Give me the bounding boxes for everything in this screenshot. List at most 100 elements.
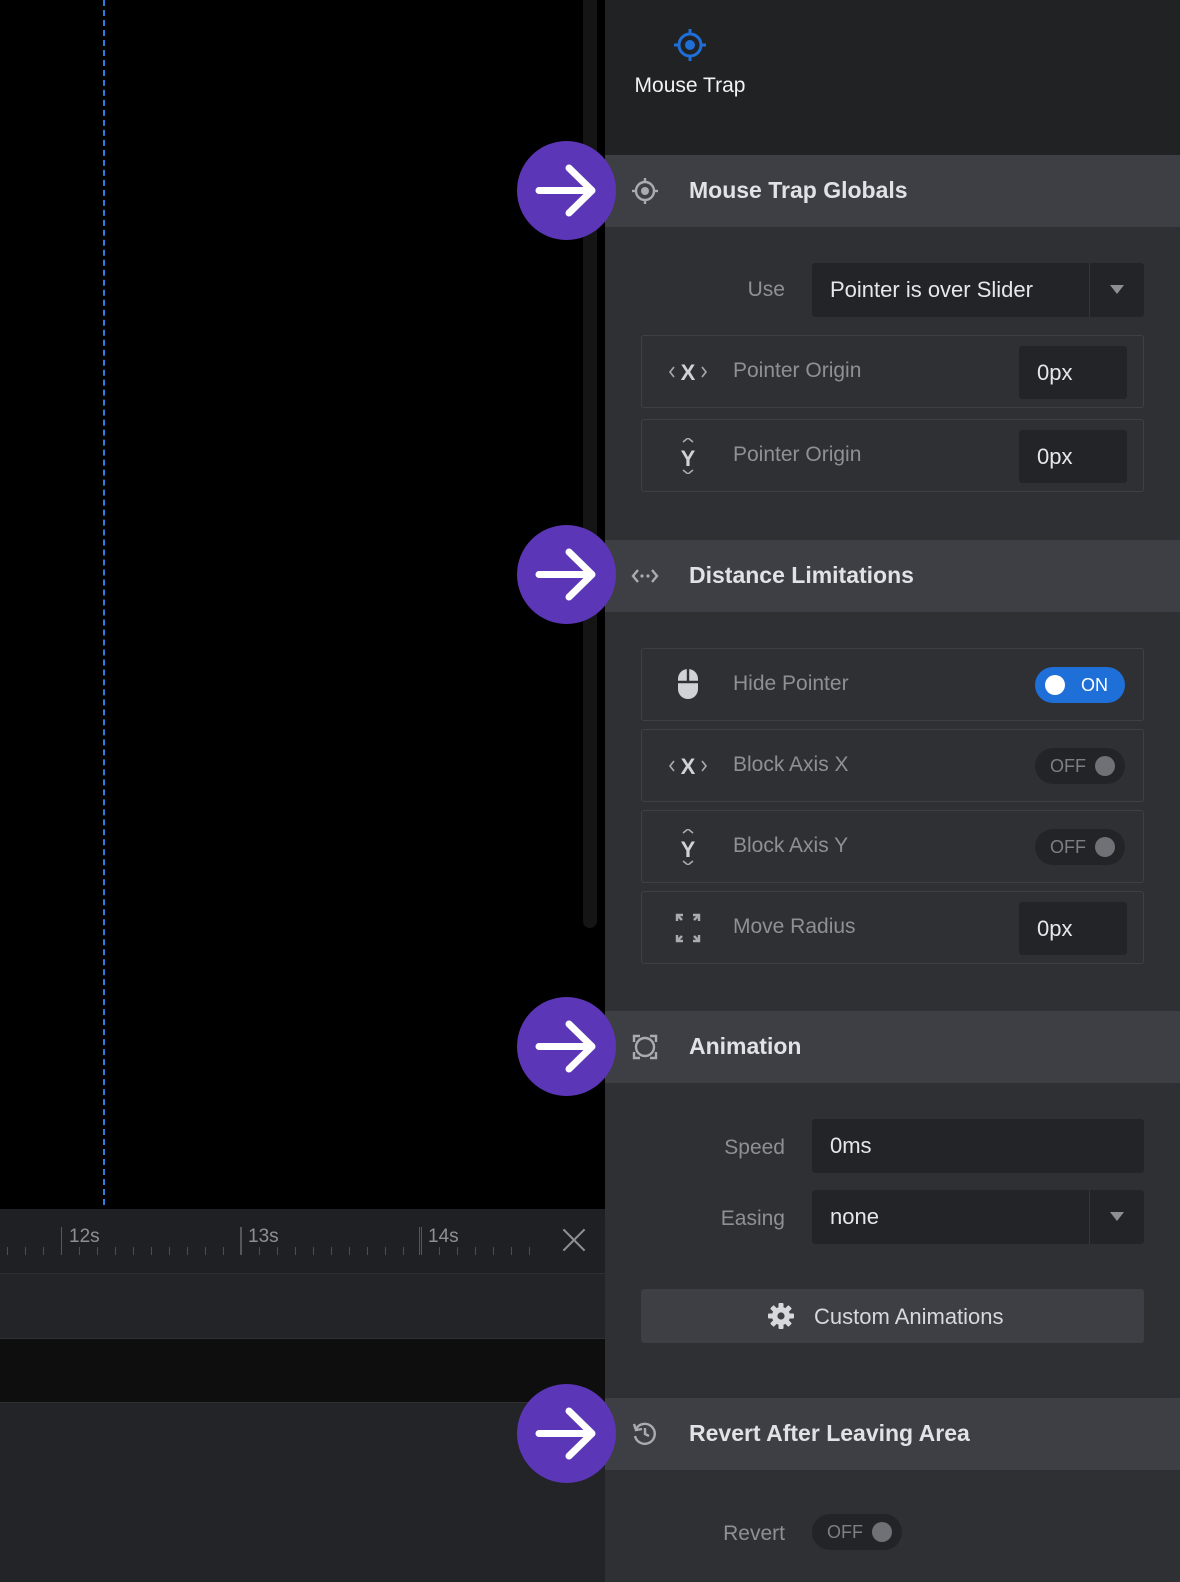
section-header-distance-limitations[interactable]: Distance Limitations	[605, 540, 1180, 612]
select-divider	[1089, 263, 1090, 317]
ruler-tick	[295, 1247, 296, 1255]
crosshair-icon	[674, 29, 706, 61]
block-axis-y-label: Block Axis Y	[733, 834, 849, 857]
toggle-knob	[872, 1522, 892, 1542]
ruler-major-tick	[419, 1227, 420, 1255]
ruler-tick	[25, 1247, 26, 1255]
ruler-tick	[457, 1247, 458, 1255]
axis-x-icon: X	[668, 360, 708, 385]
svg-text:Y: Y	[681, 446, 696, 471]
tick-label-12s: 12s	[69, 1226, 100, 1247]
section-title: Mouse Trap Globals	[689, 177, 908, 203]
custom-animations-button[interactable]: Custom Animations	[641, 1289, 1144, 1343]
easing-select-value: none	[830, 1204, 879, 1229]
ruler-tick	[313, 1247, 314, 1255]
revert-label: Revert	[723, 1522, 785, 1545]
callout-arrow	[517, 1384, 616, 1483]
ruler-tick	[475, 1247, 476, 1255]
section-title: Revert After Leaving Area	[689, 1420, 970, 1446]
block-axis-y-toggle[interactable]: OFF	[1035, 829, 1125, 865]
ruler-tick	[511, 1247, 512, 1255]
horizontal-arrows-icon	[631, 569, 659, 583]
speed-input[interactable]: 0ms	[812, 1119, 1144, 1173]
arrow-right-icon	[535, 1407, 596, 1460]
ruler-tick	[529, 1247, 530, 1255]
toggle-knob	[1095, 756, 1115, 776]
section-header-mouse-trap-globals[interactable]: Mouse Trap Globals	[605, 155, 1180, 227]
easing-label: Easing	[720, 1207, 785, 1230]
ruler-tick	[223, 1247, 224, 1255]
use-select[interactable]: Pointer is over Slider	[812, 263, 1144, 317]
ruler-tick	[115, 1247, 116, 1255]
use-select-value: Pointer is over Slider	[830, 277, 1033, 302]
move-radius-label: Move Radius	[733, 915, 856, 938]
close-icon[interactable]	[560, 1226, 588, 1254]
toggle-state: OFF	[1050, 756, 1086, 776]
block-axis-x-toggle[interactable]: OFF	[1035, 748, 1125, 784]
panel-title: Mouse Trap	[634, 74, 746, 97]
speed-value: 0ms	[830, 1133, 872, 1158]
tick-label-14s: 14s	[428, 1226, 459, 1247]
timeline-track[interactable]	[0, 1403, 605, 1582]
ruler-tick	[241, 1227, 242, 1255]
hide-pointer-toggle[interactable]: ON	[1035, 667, 1125, 703]
ruler-major-tick	[240, 1227, 241, 1255]
ruler-tick	[385, 1247, 386, 1255]
timeline-ruler[interactable]: 12s 13s 14s	[0, 1209, 605, 1274]
toggle-state: OFF	[827, 1522, 863, 1542]
revert-icon	[632, 1422, 656, 1445]
ruler-tick	[439, 1247, 440, 1255]
ruler-tick	[349, 1247, 350, 1255]
revert-toggle[interactable]: OFF	[812, 1514, 902, 1550]
ruler-tick	[421, 1227, 422, 1255]
hide-pointer-row: Hide Pointer ON	[641, 648, 1144, 721]
slide-canvas	[0, 0, 605, 1209]
ruler-tick	[331, 1247, 332, 1255]
svg-text:X: X	[681, 360, 696, 385]
svg-text:X: X	[681, 754, 696, 779]
callout-arrow	[517, 997, 616, 1096]
axis-y-icon: Y	[681, 829, 696, 865]
svg-text:Y: Y	[681, 837, 696, 862]
ruler-tick	[205, 1247, 206, 1255]
pointer-origin-y-row: Y Pointer Origin 0px	[641, 419, 1144, 492]
timeline-playhead[interactable]	[103, 0, 105, 1205]
section-title: Distance Limitations	[689, 562, 914, 588]
pointer-origin-y-input[interactable]: 0px	[1019, 430, 1127, 483]
chevron-down-icon	[1110, 285, 1124, 294]
ruler-tick	[493, 1247, 494, 1255]
canvas-scrollbar[interactable]	[583, 0, 597, 928]
arrow-right-icon	[535, 164, 596, 217]
ruler-tick	[277, 1247, 278, 1255]
move-radius-input[interactable]: 0px	[1019, 902, 1127, 955]
ruler-tick	[259, 1247, 260, 1255]
pointer-origin-x-row: X Pointer Origin 0px	[641, 335, 1144, 408]
ruler-tick	[133, 1247, 134, 1255]
section-title: Animation	[689, 1033, 802, 1059]
ruler-tick	[169, 1247, 170, 1255]
ruler-tick	[79, 1247, 80, 1255]
ruler-tick	[187, 1247, 188, 1255]
section-header-revert[interactable]: Revert After Leaving Area	[605, 1398, 1180, 1470]
toggle-knob	[1045, 675, 1065, 695]
crosshair-icon	[632, 178, 658, 204]
toggle-knob	[1095, 837, 1115, 857]
arrow-right-icon	[535, 548, 596, 601]
easing-select[interactable]: none	[812, 1190, 1144, 1244]
animation-icon	[632, 1034, 658, 1060]
speed-label: Speed	[724, 1136, 785, 1159]
timeline-track[interactable]	[0, 1274, 605, 1339]
ruler-tick	[403, 1247, 404, 1255]
ruler-major-tick	[61, 1227, 62, 1255]
gear-icon	[768, 1303, 794, 1329]
section-header-animation[interactable]: Animation	[605, 1011, 1180, 1083]
hide-pointer-label: Hide Pointer	[733, 672, 849, 695]
toggle-state: OFF	[1050, 837, 1086, 857]
block-axis-y-row: Y Block Axis Y OFF	[641, 810, 1144, 883]
block-axis-x-label: Block Axis X	[733, 753, 849, 776]
ruler-tick	[97, 1247, 98, 1255]
timeline-track[interactable]	[0, 1339, 605, 1403]
pointer-origin-x-input[interactable]: 0px	[1019, 346, 1127, 399]
chevron-down-icon	[1110, 1212, 1124, 1221]
ruler-tick	[367, 1247, 368, 1255]
